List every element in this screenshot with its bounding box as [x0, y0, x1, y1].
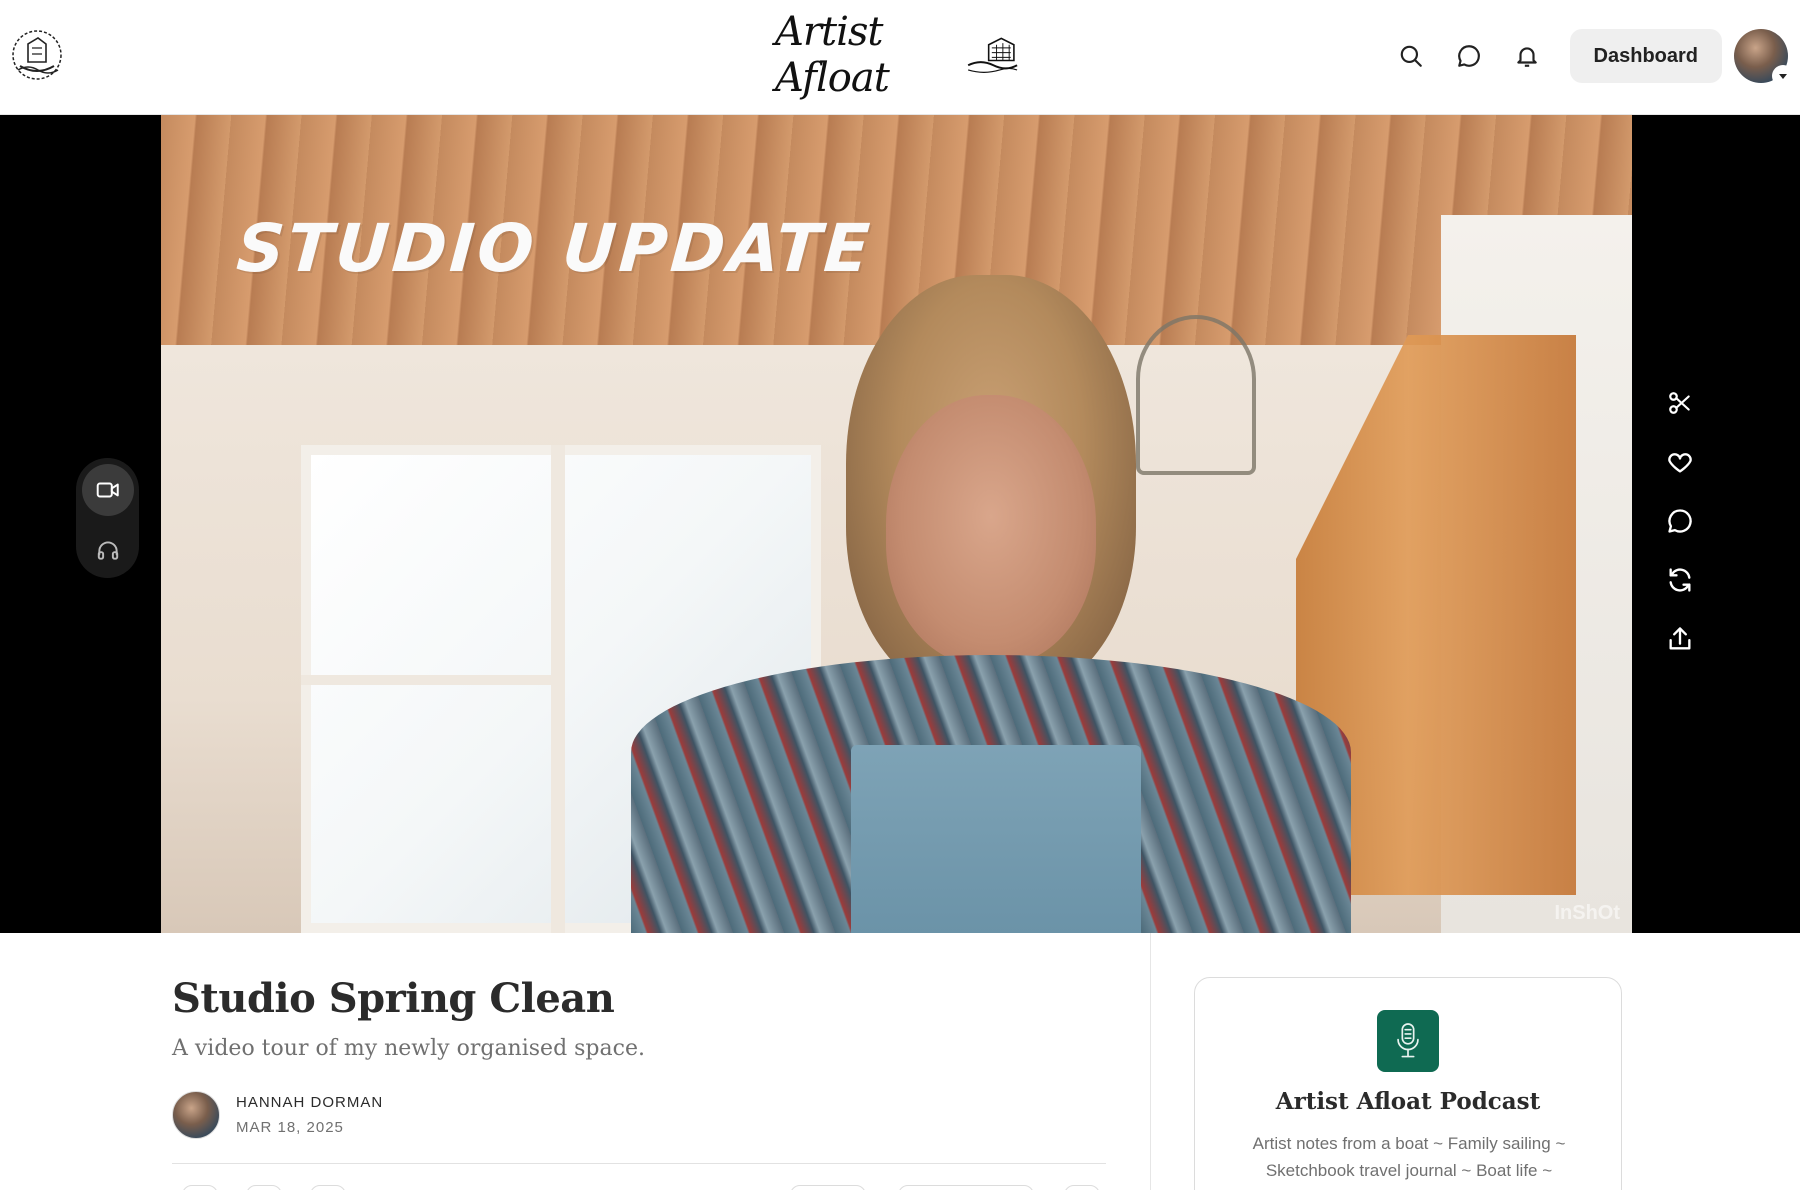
search-icon[interactable] [1382, 28, 1440, 84]
share-icon[interactable] [1660, 621, 1700, 657]
clip-scissors-icon[interactable] [1660, 385, 1700, 421]
divider [172, 1163, 1106, 1164]
subscribe-button[interactable] [898, 1185, 1034, 1190]
byline-text: HANNAH DORMAN MAR 18, 2025 [236, 1094, 383, 1136]
podcast-card[interactable]: Artist Afloat Podcast Artist notes from … [1194, 977, 1622, 1190]
column-divider [1150, 933, 1151, 1190]
chat-icon[interactable] [1440, 28, 1498, 84]
dashboard-button[interactable]: Dashboard [1569, 29, 1722, 83]
account-menu[interactable] [1734, 29, 1794, 87]
video-watermark: InShOt [1554, 902, 1620, 924]
share-button[interactable] [790, 1185, 866, 1190]
person-face [886, 395, 1096, 665]
video-mode-button[interactable] [81, 464, 134, 516]
chevron-down-icon [1772, 65, 1794, 87]
person-overalls [851, 745, 1141, 933]
video-side-actions [1656, 385, 1704, 657]
header-actions: Dashboard [1382, 28, 1794, 87]
publication-logo-icon[interactable] [8, 26, 66, 84]
heart-icon[interactable] [1660, 444, 1700, 480]
author-name[interactable]: HANNAH DORMAN [236, 1094, 383, 1111]
podcast-description: Artist notes from a boat ~ Family sailin… [1252, 1134, 1566, 1180]
bell-icon[interactable] [1498, 28, 1556, 84]
byline: HANNAH DORMAN MAR 18, 2025 [172, 1091, 383, 1139]
scene-window-frame [301, 675, 551, 685]
like-button[interactable] [182, 1185, 218, 1190]
scene-person [631, 275, 1351, 933]
publication-name: Artist Afloat [775, 9, 890, 101]
post-title: Studio Spring Clean [172, 975, 615, 1022]
more-button[interactable] [1064, 1185, 1100, 1190]
microphone-icon [1397, 1023, 1419, 1058]
scene-window-frame [551, 445, 565, 933]
post-content: Studio Spring Clean A video tour of my n… [0, 933, 1150, 1190]
headphones-icon [97, 541, 118, 560]
video-title-overlay: Studio update [234, 210, 875, 287]
audio-mode-button[interactable] [82, 524, 134, 576]
post-date: MAR 18, 2025 [236, 1119, 344, 1136]
podcast-title: Artist Afloat Podcast [1275, 1088, 1541, 1115]
author-avatar[interactable] [172, 1091, 220, 1139]
video-frame[interactable]: Studio update InShOt [161, 115, 1632, 933]
comment-icon[interactable] [1660, 503, 1700, 539]
boat-house-icon [967, 37, 1018, 73]
post-subtitle: A video tour of my newly organised space… [172, 1036, 645, 1061]
post-action-bar [172, 1185, 1106, 1190]
video-player: Studio update InShOt [0, 115, 1800, 933]
site-header: Artist Afloat Dashboard [0, 0, 1800, 115]
podcast-cover [1377, 1010, 1439, 1072]
media-type-switch [76, 458, 139, 578]
publication-wordmark[interactable]: Artist Afloat [775, 9, 1020, 101]
restack-icon[interactable] [1660, 562, 1700, 598]
video-camera-icon [96, 482, 119, 498]
restack-button[interactable] [310, 1185, 346, 1190]
comment-button[interactable] [246, 1185, 282, 1190]
